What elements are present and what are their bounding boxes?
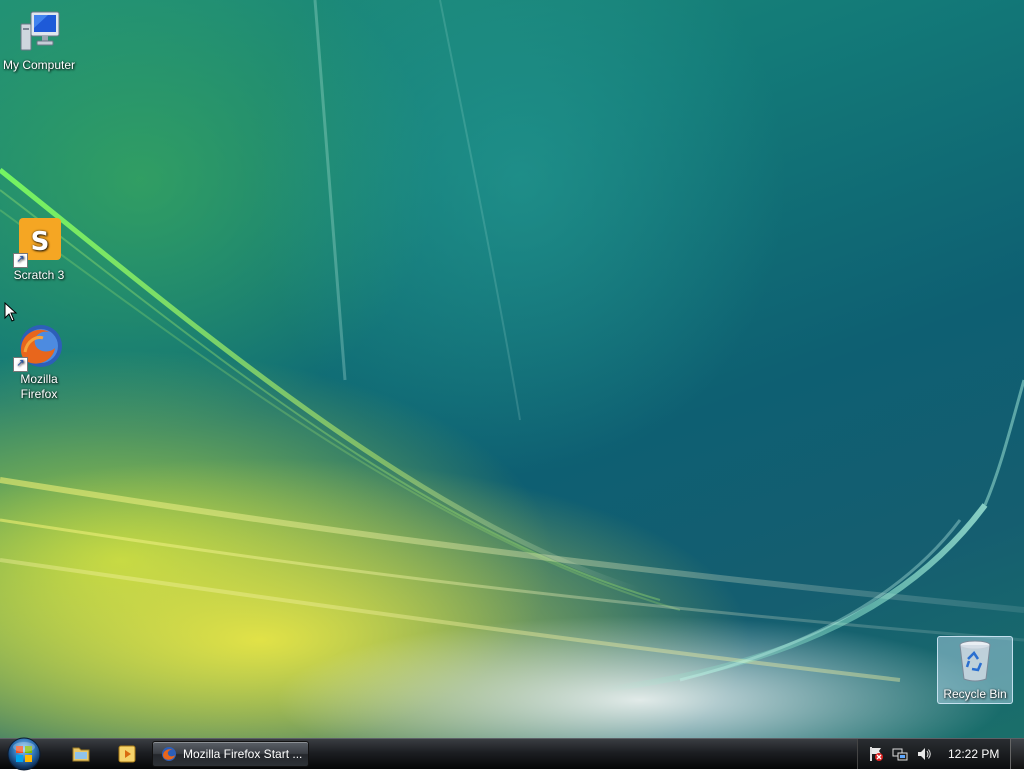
desktop-icon-label: Scratch 3: [13, 268, 65, 282]
quick-launch-explorer[interactable]: [68, 743, 94, 765]
start-button[interactable]: [4, 735, 44, 771]
quick-launch-media-player[interactable]: [114, 743, 140, 765]
windows-start-orb-icon: [7, 737, 41, 771]
shortcut-arrow-icon: ↗: [13, 357, 28, 372]
explorer-folder-icon: [72, 747, 90, 762]
desktop-icon-mozilla-firefox[interactable]: ↗ Mozilla Firefox: [0, 322, 78, 402]
firefox-icon: ↗: [13, 322, 63, 372]
desktop[interactable]: My Computer S ↗ Scratch 3 ↗ Mozilla Fire…: [0, 0, 1024, 738]
taskbar-button-label: Mozilla Firefox Start ...: [183, 747, 303, 761]
desktop-icon-label: My Computer: [2, 58, 76, 72]
desktop-icon-label: Recycle Bin: [943, 687, 1007, 701]
firefox-icon: [162, 747, 176, 761]
desktop-icon-label: Mozilla Firefox: [20, 372, 58, 401]
security-alert-icon[interactable]: [868, 746, 884, 762]
taskbar: Mozilla Firefox Start ... 12:22 PM: [0, 735, 1024, 771]
computer-icon: [15, 8, 63, 56]
recycle-bin-icon: [951, 637, 999, 685]
desktop-icon-recycle-bin[interactable]: Recycle Bin: [937, 636, 1013, 704]
taskbar-clock[interactable]: 12:22 PM: [948, 739, 999, 769]
volume-icon[interactable]: [916, 746, 932, 762]
network-icon[interactable]: [892, 746, 908, 762]
desktop-icon-my-computer[interactable]: My Computer: [0, 8, 78, 73]
show-desktop-button[interactable]: [1010, 739, 1024, 769]
wallpaper: [0, 0, 1024, 693]
svg-text:S: S: [31, 227, 50, 257]
mouse-cursor-icon: [4, 302, 18, 322]
desktop-icon-scratch-3[interactable]: S ↗ Scratch 3: [0, 218, 78, 283]
scratch-icon: S ↗: [13, 218, 63, 268]
taskbar-button-firefox[interactable]: Mozilla Firefox Start ...: [152, 741, 309, 767]
shortcut-arrow-icon: ↗: [13, 253, 28, 268]
media-player-icon: [118, 745, 136, 763]
